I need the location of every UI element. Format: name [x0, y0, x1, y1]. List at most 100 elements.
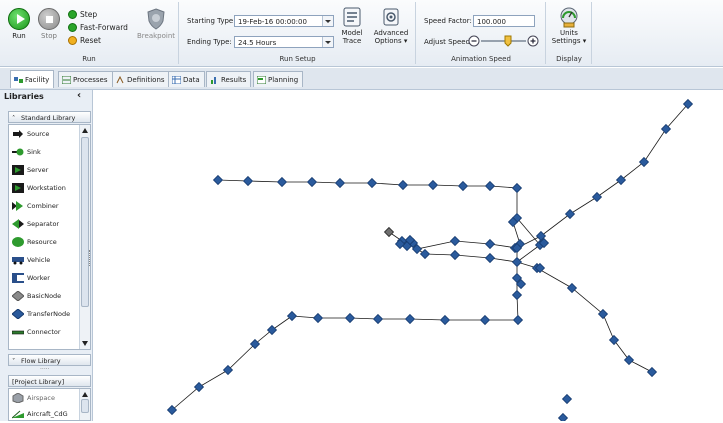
- list-item-aircraft-cdg[interactable]: Aircraft_CdG: [12, 407, 68, 420]
- transfer-node[interactable]: [242, 175, 254, 187]
- transfer-node[interactable]: [623, 354, 635, 366]
- speed-factor-input[interactable]: 100.000: [473, 15, 535, 27]
- transfer-node[interactable]: [372, 313, 384, 325]
- stop-label: Stop: [41, 32, 57, 40]
- transfer-node[interactable]: [484, 252, 496, 264]
- drag-handle[interactable]: ·····: [40, 366, 50, 373]
- reset-button[interactable]: Reset: [68, 36, 101, 45]
- transfer-node[interactable]: [484, 238, 496, 250]
- transfer-node[interactable]: [646, 366, 658, 378]
- model-trace-button[interactable]: Model Trace: [338, 6, 366, 45]
- transfer-node[interactable]: [511, 256, 523, 268]
- path-links[interactable]: [171, 103, 689, 411]
- play-icon: [8, 8, 30, 30]
- transfer-node[interactable]: [334, 177, 346, 189]
- transfer-node[interactable]: [266, 324, 278, 336]
- list-item-sink[interactable]: Sink: [12, 145, 41, 159]
- facility-network[interactable]: [93, 90, 723, 423]
- path-link[interactable]: [416, 248, 518, 263]
- tab-data[interactable]: Data: [168, 71, 205, 87]
- path-link[interactable]: [217, 179, 518, 189]
- tab-processes[interactable]: Processes: [58, 71, 113, 87]
- tab-planning[interactable]: Planning: [253, 71, 304, 87]
- list-item-server[interactable]: Server: [12, 163, 48, 177]
- list-item-combiner[interactable]: Combiner: [12, 199, 59, 213]
- transfer-node[interactable]: [306, 176, 318, 188]
- run-button[interactable]: Run: [6, 8, 32, 40]
- facility-canvas[interactable]: [93, 90, 723, 423]
- standard-library-scrollbar[interactable]: [79, 125, 90, 349]
- processes-icon: [62, 75, 71, 84]
- starting-type-select[interactable]: 19-Feb-16 00:00:00: [234, 15, 334, 27]
- advanced-options-button[interactable]: Advanced Options ▾: [370, 6, 412, 45]
- transfer-node[interactable]: [286, 310, 298, 322]
- transfer-node[interactable]: [564, 208, 576, 220]
- breakpoint-button[interactable]: Breakpoint: [136, 8, 176, 40]
- transfer-node[interactable]: [449, 235, 461, 247]
- transfer-node[interactable]: [561, 393, 573, 405]
- project-library-header[interactable]: [Project Library]: [8, 375, 91, 387]
- transfer-node[interactable]: [557, 412, 569, 423]
- adjust-speed-slider[interactable]: [468, 35, 540, 47]
- model-trace-icon: [343, 7, 361, 27]
- transfer-node[interactable]: [366, 177, 378, 189]
- transfer-node[interactable]: [439, 314, 451, 326]
- transfer-node[interactable]: [427, 179, 439, 191]
- transfer-node[interactable]: [615, 174, 627, 186]
- list-item-basicnode[interactable]: BasicNode: [12, 289, 61, 303]
- standard-library-header[interactable]: ˄ Standard Library: [8, 111, 91, 123]
- transfer-node[interactable]: [404, 313, 416, 325]
- transfer-node[interactable]: [511, 289, 523, 301]
- list-item-vehicle[interactable]: Vehicle: [12, 253, 50, 267]
- transfer-node[interactable]: [511, 182, 523, 194]
- list-item-connector[interactable]: Connector: [12, 325, 61, 339]
- breakpoint-shield-icon: [147, 8, 165, 30]
- transfer-node[interactable]: [638, 156, 650, 168]
- list-item-workstation[interactable]: Workstation: [12, 181, 66, 195]
- transfer-node[interactable]: [312, 312, 324, 324]
- transfer-node[interactable]: [512, 314, 524, 326]
- path-link[interactable]: [516, 103, 689, 249]
- flow-library-header[interactable]: ˅ Flow Library: [8, 354, 91, 366]
- run-group-label: Run: [82, 55, 96, 63]
- chevron-down-icon: [322, 37, 333, 47]
- transfer-node[interactable]: [397, 179, 409, 191]
- transfer-node[interactable]: [344, 312, 356, 324]
- stop-button[interactable]: Stop: [36, 8, 62, 40]
- server-icon: [12, 165, 24, 175]
- project-library-scrollbar[interactable]: [79, 389, 90, 420]
- list-item-separator[interactable]: Separator: [12, 217, 59, 231]
- chevron-up-icon: ˄: [12, 114, 16, 122]
- ending-type-label: Ending Type:: [187, 38, 232, 46]
- tab-facility[interactable]: Facility: [10, 70, 55, 88]
- transfer-node[interactable]: [591, 191, 603, 203]
- step-button[interactable]: Step: [68, 10, 97, 19]
- list-item-airspace[interactable]: Airspace: [12, 391, 55, 405]
- definitions-icon: [116, 75, 124, 83]
- transfer-node[interactable]: [276, 176, 288, 188]
- transfer-node[interactable]: [484, 180, 496, 192]
- transfer-node[interactable]: [212, 174, 224, 186]
- scroll-thumb[interactable]: [81, 399, 89, 413]
- list-item-resource[interactable]: Resource: [12, 235, 57, 249]
- transfer-node[interactable]: [419, 248, 431, 260]
- list-item-worker[interactable]: Worker: [12, 271, 50, 285]
- units-settings-button[interactable]: Units Settings ▾: [549, 6, 589, 45]
- list-item-transfernode[interactable]: TransferNode: [12, 307, 70, 321]
- scroll-up-icon: [82, 392, 88, 397]
- ending-type-select[interactable]: 24.5 Hours: [234, 36, 334, 48]
- basic-node[interactable]: [383, 226, 395, 238]
- fast-forward-button[interactable]: Fast-Forward: [68, 23, 128, 32]
- transfer-node[interactable]: [457, 180, 469, 192]
- scroll-thumb[interactable]: [81, 137, 89, 307]
- tab-definitions[interactable]: Definitions: [112, 71, 170, 87]
- tab-bar: Facility Processes Definitions Data Resu…: [0, 68, 723, 90]
- airspace-icon: [12, 393, 24, 403]
- transfer-node[interactable]: [479, 314, 491, 326]
- transfer-nodes[interactable]: [166, 98, 694, 423]
- list-item-source[interactable]: Source: [12, 127, 49, 141]
- tab-results[interactable]: Results: [206, 71, 252, 87]
- collapse-panel-button[interactable]: ‹: [77, 90, 81, 101]
- transfer-node[interactable]: [449, 249, 461, 261]
- transfer-node[interactable]: [608, 334, 620, 346]
